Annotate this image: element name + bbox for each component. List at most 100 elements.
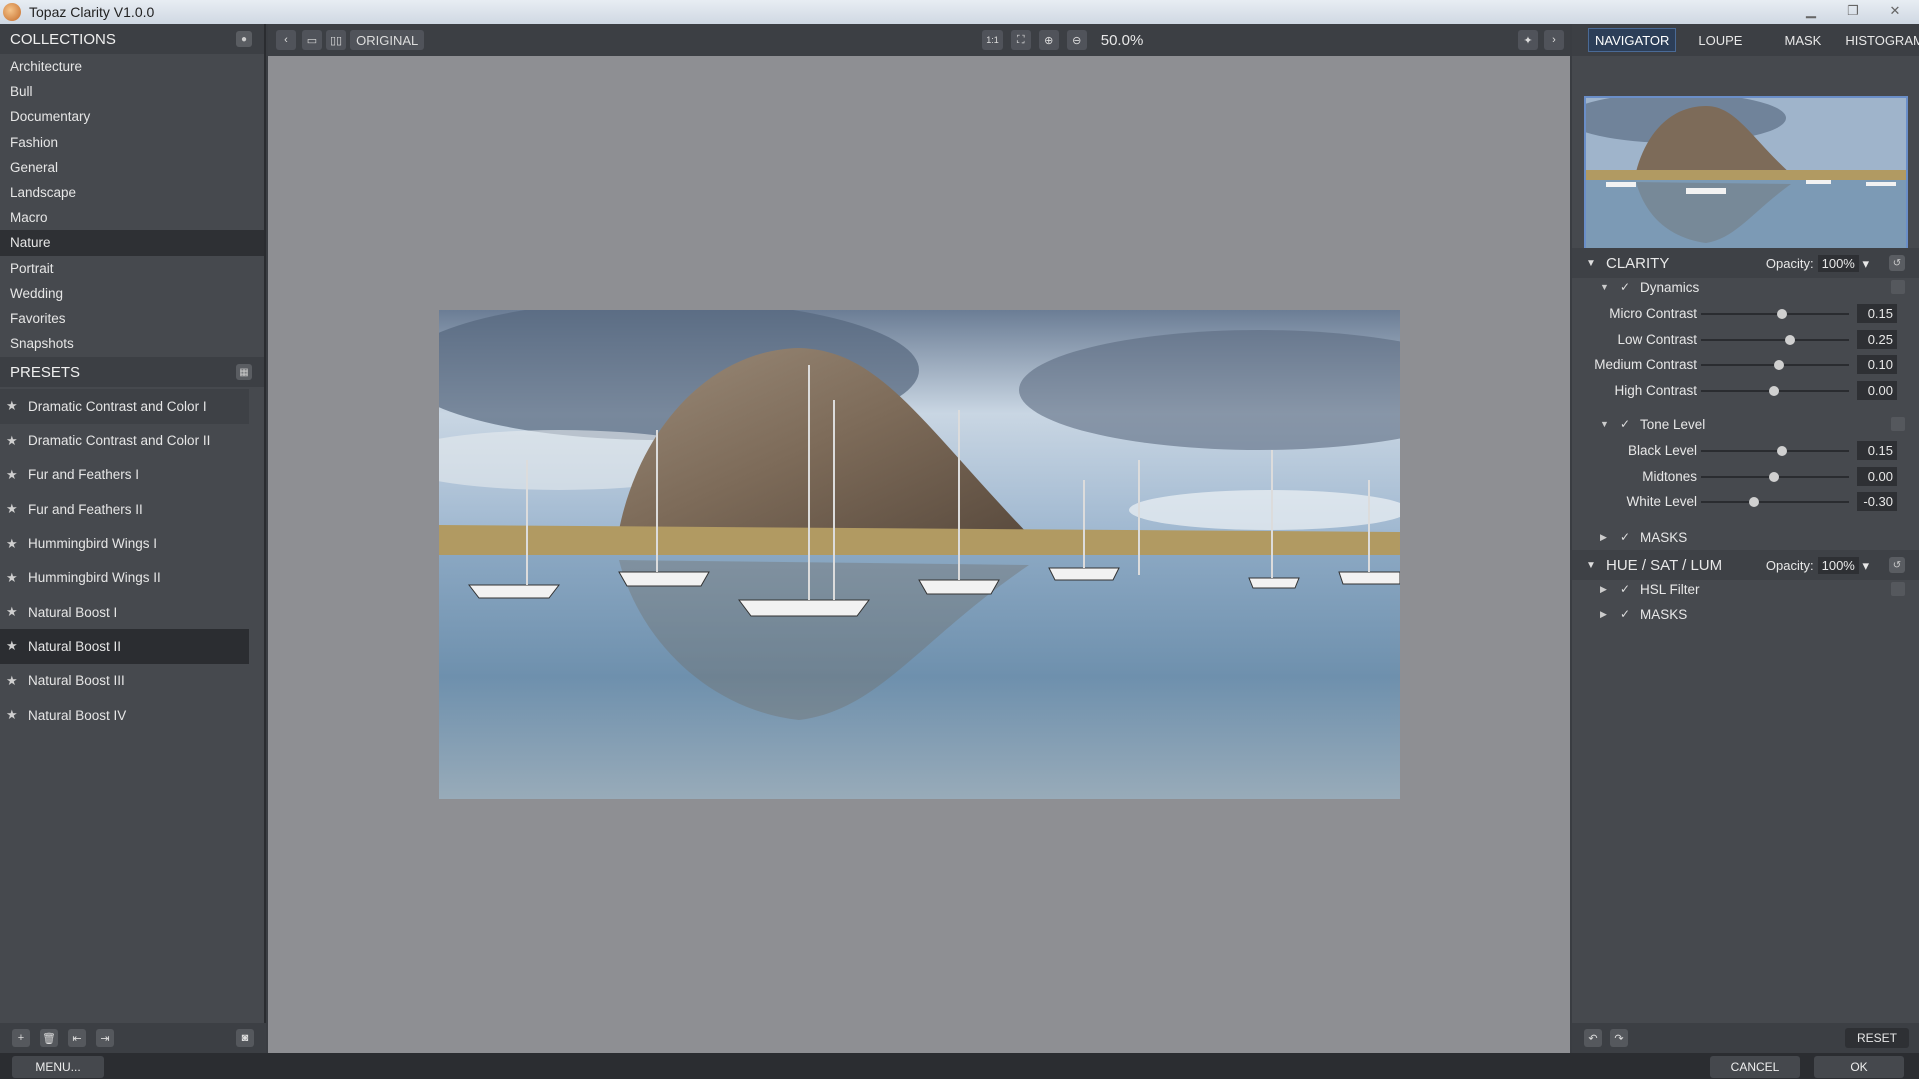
collapse-triangle-icon[interactable]: ▼ (1600, 282, 1610, 292)
import-icon[interactable]: ⇤ (68, 1029, 86, 1047)
reset-hsl-icon[interactable]: ↺ (1889, 557, 1905, 573)
slider-handle[interactable] (1768, 385, 1779, 396)
collection-item[interactable]: Wedding (0, 281, 264, 306)
hsl-filter-header[interactable]: ▶ ✓ HSL Filter (1572, 576, 1919, 602)
tab-histogram[interactable]: HISTOGRAM (1839, 28, 1919, 52)
hsl-masks-header[interactable]: ▶ ✓ MASKS (1572, 601, 1919, 627)
close-button[interactable]: ✕ (1875, 1, 1915, 21)
slider-value-field[interactable]: 0.15 (1857, 441, 1897, 460)
undo-icon[interactable]: ↶ (1584, 1029, 1602, 1047)
presets-grid-icon[interactable]: ▦ (236, 364, 252, 381)
tab-navigator[interactable]: NAVIGATOR (1588, 28, 1677, 52)
split-view-icon[interactable]: ▯▯ (326, 30, 347, 50)
slider-value-field[interactable]: 0.25 (1857, 329, 1897, 349)
menu-button[interactable]: MENU... (12, 1056, 104, 1078)
star-icon[interactable]: ★ (6, 467, 22, 483)
star-icon[interactable]: ★ (6, 604, 22, 620)
collection-item[interactable]: Portrait (0, 256, 264, 281)
slider-track[interactable] (1701, 334, 1849, 345)
tone-level-options-icon[interactable] (1891, 417, 1905, 431)
slider-track[interactable] (1701, 385, 1849, 396)
minimize-button[interactable]: ▁ (1791, 1, 1831, 21)
maximize-button[interactable]: ❐ (1833, 1, 1873, 21)
expand-triangle-icon[interactable]: ▶ (1600, 609, 1610, 620)
slider-value-field[interactable]: 0.00 (1857, 466, 1897, 486)
dynamics-subgroup-header[interactable]: ▼ ✓ Dynamics (1572, 274, 1919, 300)
star-icon[interactable]: ★ (6, 536, 22, 552)
camera-icon[interactable]: ◙ (236, 1029, 254, 1047)
preset-item[interactable]: ★ Hummingbird Wings I (0, 526, 264, 560)
star-icon[interactable]: ★ (6, 570, 22, 586)
slider-value-field[interactable]: -0.30 (1857, 492, 1897, 512)
expand-triangle-icon[interactable]: ▶ (1600, 584, 1610, 595)
zoom-out-icon[interactable]: ⊖ (1066, 30, 1087, 50)
hsl-opacity-dropdown[interactable]: 100% (1817, 556, 1859, 574)
collection-item[interactable]: Snapshots (0, 331, 264, 356)
preset-item[interactable]: ★ Natural Boost IV (0, 698, 264, 732)
collection-item[interactable]: Architecture (0, 54, 264, 79)
slider-handle[interactable] (1768, 471, 1779, 482)
star-icon[interactable]: ★ (6, 433, 22, 449)
hsl-filter-options-icon[interactable] (1891, 582, 1905, 596)
collection-item[interactable]: Documentary (0, 104, 264, 129)
slider-handle[interactable] (1777, 309, 1788, 319)
preview-image[interactable] (439, 310, 1400, 799)
clarity-opacity-dropdown[interactable]: 100% (1817, 254, 1859, 272)
reset-button[interactable]: RESET (1844, 1028, 1909, 1048)
preset-item[interactable]: ★ Natural Boost III (0, 664, 264, 698)
collection-item[interactable]: Landscape (0, 180, 264, 205)
tab-loupe[interactable]: LOUPE (1692, 28, 1748, 52)
collapse-triangle-icon[interactable]: ▼ (1586, 258, 1598, 269)
slider-handle[interactable] (1774, 360, 1785, 371)
collection-item[interactable]: General (0, 155, 264, 180)
chevron-left-icon[interactable]: ‹ (276, 30, 296, 50)
slider-track[interactable] (1701, 471, 1849, 482)
preset-item[interactable]: ★ Fur and Feathers I (0, 458, 264, 492)
collections-settings-icon[interactable]: ● (236, 31, 252, 47)
preset-item[interactable]: ★ Fur and Feathers II (0, 492, 264, 526)
preset-item[interactable]: ★ Dramatic Contrast and Color II (0, 424, 264, 458)
expand-triangle-icon[interactable]: ▶ (1600, 532, 1610, 543)
preset-item[interactable]: ★ Natural Boost I (0, 595, 264, 629)
collection-item[interactable]: Fashion (0, 130, 264, 155)
preset-item[interactable]: ★ Natural Boost II (0, 629, 249, 664)
star-icon[interactable]: ★ (6, 707, 22, 723)
original-button[interactable]: ORIGINAL (350, 30, 425, 50)
cancel-button[interactable]: CANCEL (1710, 1056, 1800, 1078)
star-icon[interactable]: ★ (6, 501, 22, 517)
tone-level-subgroup-header[interactable]: ▼ ✓ Tone Level (1572, 411, 1919, 437)
ok-button[interactable]: OK (1814, 1056, 1904, 1078)
slider-handle[interactable] (1777, 446, 1788, 456)
preset-item[interactable]: ★ Dramatic Contrast and Color I (0, 389, 249, 424)
slider-value-field[interactable]: 0.10 (1857, 355, 1897, 375)
trash-icon[interactable]: 🗑 (40, 1029, 58, 1047)
clarity-masks-header[interactable]: ▶ ✓ MASKS (1572, 524, 1919, 550)
preset-item[interactable]: ★ Hummingbird Wings II (0, 561, 264, 595)
collection-item[interactable]: Bull (0, 79, 264, 104)
collection-item[interactable]: Nature (0, 230, 264, 256)
hsl-masks-checkbox[interactable]: ✓ (1620, 607, 1634, 621)
collection-item[interactable]: Macro (0, 205, 264, 230)
dynamics-checkbox[interactable]: ✓ (1620, 280, 1634, 294)
star-icon[interactable]: ★ (6, 638, 22, 654)
star-icon[interactable]: ★ (6, 398, 22, 414)
light-icon[interactable]: ✦ (1518, 30, 1538, 50)
export-icon[interactable]: ⇥ (96, 1029, 114, 1047)
reset-clarity-icon[interactable]: ↺ (1889, 255, 1905, 271)
hsl-filter-checkbox[interactable]: ✓ (1620, 582, 1634, 596)
slider-handle[interactable] (1784, 334, 1795, 345)
zoom-in-icon[interactable]: ⊕ (1038, 30, 1059, 50)
slider-value-field[interactable]: 0.00 (1857, 380, 1897, 400)
zoom-1to1-button[interactable]: 1:1 (982, 30, 1003, 50)
dynamics-options-icon[interactable] (1891, 280, 1905, 294)
slider-track[interactable] (1701, 497, 1849, 508)
fit-screen-icon[interactable]: ⛶ (1010, 30, 1031, 50)
chevron-right-icon[interactable]: › (1544, 30, 1564, 50)
clarity-masks-checkbox[interactable]: ✓ (1620, 530, 1634, 544)
slider-value-field[interactable]: 0.15 (1857, 304, 1897, 323)
collapse-triangle-icon[interactable]: ▼ (1586, 560, 1598, 571)
slider-track[interactable] (1701, 446, 1849, 456)
collection-item[interactable]: Favorites (0, 306, 264, 331)
tone-level-checkbox[interactable]: ✓ (1620, 417, 1634, 431)
slider-handle[interactable] (1749, 497, 1760, 508)
